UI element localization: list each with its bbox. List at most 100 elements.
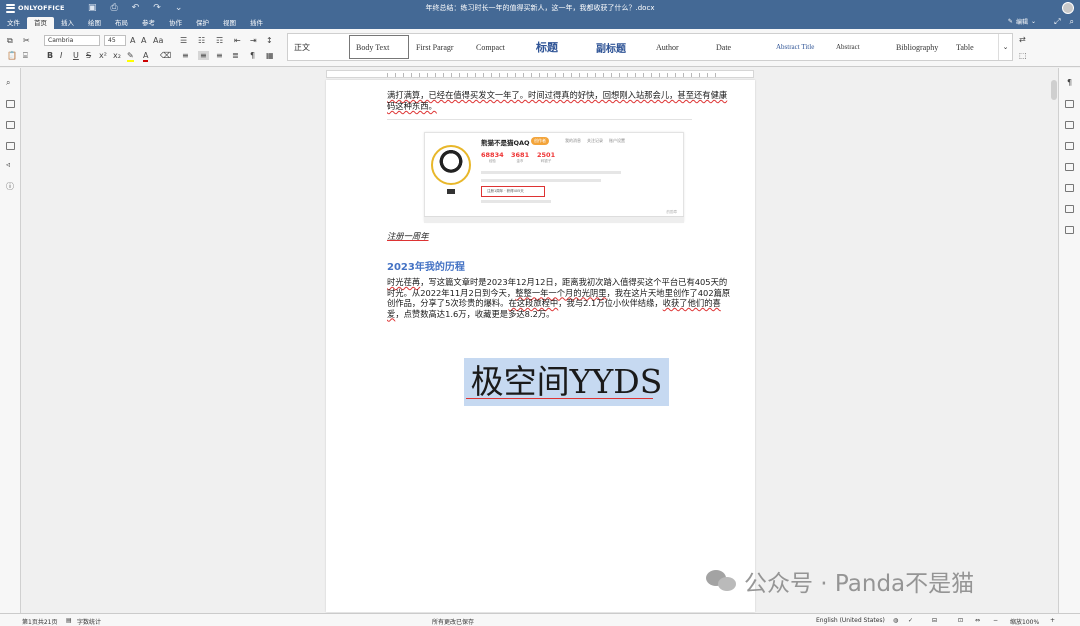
style-abstract[interactable]: Abstract: [830, 34, 890, 60]
style-compact[interactable]: Compact: [470, 34, 530, 60]
align-left-icon[interactable]: ≡: [182, 51, 189, 60]
tab-file[interactable]: 文件: [0, 17, 27, 29]
section-heading[interactable]: 2023年我的历程: [387, 258, 465, 273]
paragraph-settings-icon[interactable]: ¶: [1067, 78, 1072, 87]
table-settings-icon[interactable]: [1065, 100, 1074, 108]
tab-protection[interactable]: 保护: [189, 17, 216, 29]
superscript-icon[interactable]: x²: [99, 51, 107, 60]
track-changes-icon[interactable]: ⊟: [932, 617, 937, 624]
quick-access-menu-icon[interactable]: ⌄: [175, 3, 183, 13]
increase-font-icon[interactable]: A: [130, 36, 135, 45]
page-indicator[interactable]: 第1页共21页: [22, 617, 57, 626]
font-name-select[interactable]: Cambria: [44, 35, 100, 46]
spellcheck-icon[interactable]: ✓: [908, 617, 913, 624]
strikethrough-icon[interactable]: S: [86, 51, 91, 60]
style-subtitle[interactable]: 副标题: [590, 34, 650, 60]
search-icon[interactable]: ⌕: [1070, 17, 1074, 27]
word-count[interactable]: 字数统计: [77, 617, 101, 626]
chart-settings-icon[interactable]: [1065, 184, 1074, 192]
globe-icon[interactable]: ◍: [893, 617, 898, 624]
embedded-screenshot[interactable]: 熊猫不是猫QAQ 创作者 我的消息 关注记录 账户设置 68834 经验 3681…: [424, 132, 684, 222]
image-settings-icon[interactable]: [1065, 121, 1074, 129]
chat-icon[interactable]: [6, 121, 15, 129]
selected-big-text[interactable]: 极空间YYDS: [464, 358, 669, 406]
shape-settings-icon[interactable]: [1065, 163, 1074, 171]
styles-expand-icon[interactable]: ⌄: [998, 34, 1012, 60]
replace-icon[interactable]: ⇄: [1019, 35, 1026, 44]
copy-icon[interactable]: ⧉: [7, 36, 13, 46]
horizontal-ruler[interactable]: [326, 70, 754, 78]
style-normal[interactable]: 正文: [288, 34, 348, 60]
numbered-list-icon[interactable]: ☷: [198, 36, 205, 45]
subscript-icon[interactable]: x₂: [113, 51, 121, 60]
language-select[interactable]: English (United States): [816, 617, 885, 624]
highlight-color-icon[interactable]: ✎: [127, 51, 134, 62]
change-case-icon[interactable]: Aa: [153, 36, 163, 45]
tab-collaboration[interactable]: 协作: [162, 17, 189, 29]
align-center-icon[interactable]: ≡: [198, 51, 209, 60]
tab-layout[interactable]: 布局: [108, 17, 135, 29]
justify-icon[interactable]: ≣: [232, 51, 239, 60]
image-caption[interactable]: 注册一周年: [387, 230, 429, 242]
save-icon[interactable]: ▣: [88, 3, 97, 13]
decrease-indent-icon[interactable]: ⇤: [234, 36, 241, 45]
zoom-out-icon[interactable]: −: [993, 617, 998, 624]
word-count-icon[interactable]: ▤: [66, 617, 72, 624]
line-spacing-icon[interactable]: ↕: [266, 36, 273, 45]
style-body-text[interactable]: Body Text: [349, 35, 409, 59]
clear-format-icon[interactable]: ⌫: [160, 51, 171, 60]
font-color-icon[interactable]: A: [143, 51, 149, 62]
fit-width-icon[interactable]: ⇔: [975, 617, 980, 624]
tab-draw[interactable]: 绘图: [81, 17, 108, 29]
vertical-scrollbar[interactable]: [1050, 78, 1058, 613]
feedback-icon[interactable]: ◃: [6, 160, 10, 169]
paragraph-journey[interactable]: 时光荏苒，写这篇文章时是2023年12月12日，距离我初次踏入值得买这个平台已有…: [387, 277, 733, 319]
comments-icon[interactable]: [6, 100, 15, 108]
cut-icon[interactable]: ✂: [23, 36, 30, 45]
decrease-font-icon[interactable]: A: [141, 36, 146, 45]
user-avatar[interactable]: [1062, 2, 1074, 14]
edit-mode-button[interactable]: ✎ 编辑 ⌄: [1008, 17, 1036, 26]
bullet-list-icon[interactable]: ☰: [180, 36, 187, 45]
paste-icon[interactable]: 📋: [7, 51, 17, 60]
tab-home[interactable]: 首页: [27, 17, 54, 29]
style-date[interactable]: Date: [710, 34, 770, 60]
tab-view[interactable]: 视图: [216, 17, 243, 29]
signature-settings-icon[interactable]: [1065, 226, 1074, 234]
style-author[interactable]: Author: [650, 34, 710, 60]
select-all-icon[interactable]: ⬚: [1019, 51, 1027, 60]
redo-icon[interactable]: ↷: [153, 3, 161, 13]
font-size-select[interactable]: 45: [104, 35, 126, 46]
print-icon[interactable]: ⎙: [111, 3, 118, 13]
paragraph-intro[interactable]: 满打满算，已经在值得买发文一年了。时间过得真的好快，回想刚入站那会儿，甚至还有健…: [387, 90, 731, 112]
style-first-paragraph[interactable]: First Paragr: [410, 34, 470, 60]
increase-indent-icon[interactable]: ⇥: [250, 36, 257, 45]
avatar-badge: [447, 189, 455, 194]
shading-icon[interactable]: ▦: [266, 51, 274, 60]
multilevel-list-icon[interactable]: ☶: [216, 36, 223, 45]
document-page[interactable]: 满打满算，已经在值得买发文一年了。时间过得真的好快，回想刚入站那会儿，甚至还有健…: [326, 80, 755, 612]
style-heading[interactable]: 标题: [530, 34, 590, 60]
align-right-icon[interactable]: ≡: [216, 51, 223, 60]
expand-icon[interactable]: ⤢: [1054, 17, 1060, 27]
navigation-icon[interactable]: [6, 142, 15, 150]
style-abstract-title[interactable]: Abstract Title: [770, 34, 830, 60]
format-painter-icon[interactable]: ⌸: [23, 51, 28, 61]
info-icon[interactable]: ⓘ: [6, 181, 14, 192]
zoom-in-icon[interactable]: +: [1050, 617, 1055, 624]
search-icon[interactable]: ⌕: [6, 78, 10, 88]
tab-insert[interactable]: 插入: [54, 17, 81, 29]
tab-references[interactable]: 参考: [135, 17, 162, 29]
header-footer-icon[interactable]: [1065, 142, 1074, 150]
italic-icon[interactable]: I: [60, 51, 62, 60]
fit-page-icon[interactable]: ⊡: [958, 617, 963, 624]
paragraph-marks-icon[interactable]: ¶: [250, 51, 255, 60]
textart-settings-icon[interactable]: [1065, 205, 1074, 213]
undo-icon[interactable]: ↶: [132, 3, 140, 13]
scroll-thumb[interactable]: [1051, 80, 1057, 100]
underline-icon[interactable]: U: [73, 51, 79, 60]
tab-plugins[interactable]: 插件: [243, 17, 270, 29]
zoom-level[interactable]: 缩放100%: [1010, 617, 1039, 626]
bold-icon[interactable]: B: [47, 51, 53, 60]
style-bibliography[interactable]: Bibliography: [890, 34, 950, 60]
